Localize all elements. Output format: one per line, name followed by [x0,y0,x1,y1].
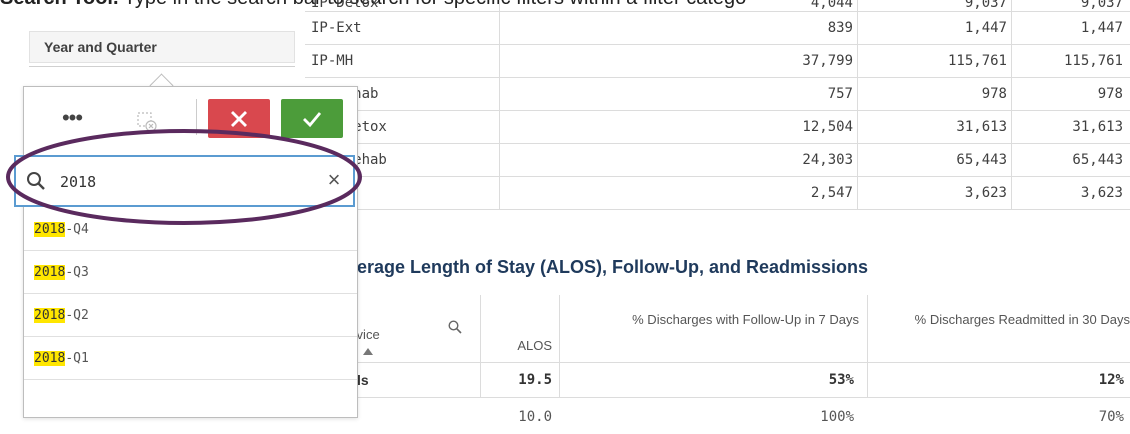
column-divider [857,78,858,110]
column-divider [499,78,500,110]
column-divider [1011,144,1012,176]
column-divider [857,111,858,143]
table-row: IP-Detox 4,044 9,037 9,037 [305,0,1130,12]
sort-caret-icon[interactable] [363,348,373,355]
caption-bold: Search Tool. [0,0,119,9]
column-header-readmit[interactable]: % Discharges Readmitted in 30 Days [867,295,1130,362]
match-highlight: 2018 [34,264,66,280]
row-name: IP-Detox [311,0,379,11]
filter-title[interactable]: Year and Quarter [29,31,295,63]
row-value-3: 3,623 [1080,185,1123,201]
more-icon[interactable]: ••• [60,107,84,131]
column-header-alos[interactable]: ALOS [480,295,552,362]
search-icon [26,171,46,196]
clear-search-icon[interactable]: × [323,169,345,191]
row-readmit: 70% [1098,409,1124,425]
row-value-3: 978 [1097,86,1123,102]
column-divider [1011,111,1012,143]
column-search-icon[interactable] [448,320,462,339]
check-icon [303,111,322,127]
match-highlight: 2018 [34,350,66,366]
row-alos: 10.0 [518,409,552,425]
column-header-followup[interactable]: % Discharges with Follow-Up in 7 Days [559,295,859,362]
row-value-2: 3,623 [964,185,1007,201]
list-item[interactable]: 2018 -Q1 [24,337,357,380]
column-divider [499,45,500,77]
column-divider [857,0,858,11]
row-value-1: 839 [827,20,853,36]
totals-readmit: 12% [1098,372,1124,388]
column-divider [857,12,858,44]
cancel-selection-button[interactable] [208,99,270,138]
column-divider [499,144,500,176]
column-divider [1011,0,1012,11]
column-divider [499,111,500,143]
row-value-3: 31,613 [1072,119,1123,135]
section-title: erage Length of Stay (ALOS), Follow-Up, … [357,257,869,277]
list-item[interactable]: 2018 -Q4 [24,208,357,251]
row-value-1: 4,044 [810,0,853,11]
clear-selections-icon[interactable] [136,111,158,133]
column-divider [499,0,500,11]
item-rest: -Q4 [65,221,89,237]
row-value-1: 12,504 [802,119,853,135]
row-value-3: 115,761 [1063,53,1123,69]
column-divider [1011,177,1012,209]
row-value-3: 65,443 [1072,152,1123,168]
row-value-2: 1,447 [964,20,1007,36]
table-row: IP-MH 37,799 115,761 115,761 [305,45,1130,78]
column-divider [1011,78,1012,110]
match-highlight: 2018 [34,307,66,323]
row-value-3: 9,037 [1080,0,1123,11]
row-value-2: 9,037 [964,0,1007,11]
column-divider [857,45,858,77]
totals-followup: 53% [828,372,854,388]
table-row: RES-Rehab 24,303 65,443 65,443 [305,144,1130,177]
column-divider [499,12,500,44]
search-input[interactable] [58,167,312,197]
row-followup: 100% [820,409,854,425]
row-value-1: 757 [827,86,853,102]
selection-toolbar: ••• [24,87,357,155]
row-value-2: 978 [981,86,1007,102]
table-row: 2,547 3,623 3,623 [305,177,1130,210]
row-value-1: 2,547 [810,185,853,201]
close-icon [231,110,247,127]
row-name: IP-Ext [311,20,362,36]
item-rest: -Q3 [65,264,89,280]
row-value-2: 31,613 [956,119,1007,135]
totals-label: ls [357,372,369,388]
item-rest: -Q2 [65,307,89,323]
column-divider [857,144,858,176]
column-divider [499,177,500,209]
table-row: IP-Ext 839 1,447 1,447 [305,12,1130,45]
filter-popover: ••• × 2018-Q4 [14,86,358,418]
row-value-3: 1,447 [1080,20,1123,36]
table-row: 10.0 100% 70% [305,400,1130,434]
filter-title-underline [29,66,295,67]
table-row: IP-Rehab 757 978 978 [305,78,1130,111]
column-divider [1011,45,1012,77]
totals-alos: 19.5 [518,372,552,388]
search-box[interactable]: × [14,155,355,207]
row-value-1: 24,303 [802,152,853,168]
confirm-selection-button[interactable] [281,99,343,138]
row-name: IP-MH [311,53,354,69]
list-item[interactable]: 2018 -Q3 [24,251,357,294]
row-value-2: 115,761 [947,53,1007,69]
totals-row: ls 19.5 53% 12% [305,363,1130,397]
column-divider [1011,12,1012,44]
list-item[interactable]: 2018 -Q2 [24,294,357,337]
top-data-table: IP-Detox 4,044 9,037 9,037 IP-Ext 839 1,… [305,0,1130,210]
item-rest: -Q1 [65,350,89,366]
row-value-2: 65,443 [956,152,1007,168]
toolbar-divider [196,99,197,135]
alos-table: ervice ALOS % Discharges with Follow-Up … [305,295,1130,425]
table-row: RES-Detox 12,504 31,613 31,613 [305,111,1130,144]
row-value-1: 37,799 [802,53,853,69]
row-separator [305,397,1130,398]
column-divider [857,177,858,209]
match-highlight: 2018 [34,221,66,237]
